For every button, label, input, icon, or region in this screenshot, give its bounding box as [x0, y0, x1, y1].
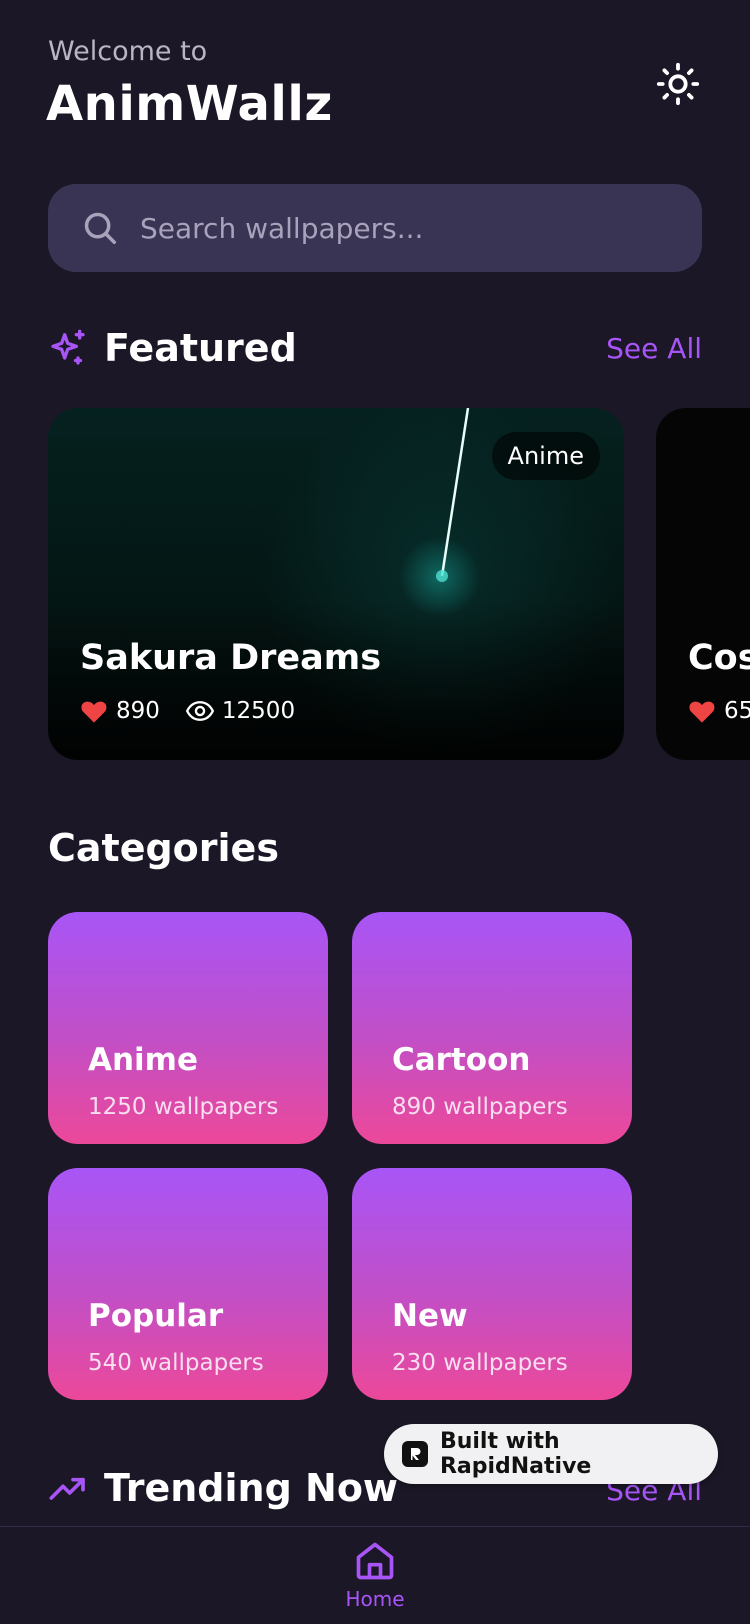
category-card-popular[interactable]: Popular 540 wallpapers [48, 1168, 328, 1400]
nav-home-label: Home [345, 1587, 405, 1611]
category-card-new[interactable]: New 230 wallpapers [352, 1168, 632, 1400]
views-count: 12500 [221, 698, 296, 724]
category-name: Popular [88, 1298, 224, 1334]
home-screen: Welcome to AnimWallz Featured Se [0, 0, 750, 1624]
category-card-cartoon[interactable]: Cartoon 890 wallpapers [352, 912, 632, 1144]
category-count: 1250 wallpapers [88, 1094, 279, 1120]
welcome-text: Welcome to [48, 36, 208, 67]
views-stat: 12500 [185, 698, 296, 724]
trending-header: Trending Now [48, 1466, 398, 1510]
featured-card[interactable]: Anime Sakura Dreams 890 12500 [48, 408, 624, 760]
eye-icon [185, 701, 214, 721]
app-title: AnimWallz [46, 76, 333, 132]
categories-header: Categories [48, 826, 279, 870]
likes-stat: 890 [80, 698, 160, 724]
rapidnative-logo-icon [402, 1441, 428, 1467]
featured-title: Featured [104, 326, 297, 370]
likes-count: 65 [724, 698, 750, 724]
likes-count: 890 [116, 698, 160, 724]
theme-toggle-button[interactable] [654, 60, 702, 108]
likes-stat: 65 [688, 698, 750, 724]
card-stats: 890 12500 [80, 698, 321, 724]
built-with-badge[interactable]: Built with RapidNative [384, 1424, 718, 1484]
trending-up-icon [48, 1468, 88, 1508]
category-count: 230 wallpapers [392, 1350, 568, 1376]
category-card-anime[interactable]: Anime 1250 wallpapers [48, 912, 328, 1144]
heart-icon [689, 701, 715, 723]
featured-header: Featured [48, 326, 297, 370]
card-stats: 65 [688, 698, 750, 724]
card-title: Cos [688, 638, 750, 678]
featured-see-all-link[interactable]: See All [606, 332, 702, 365]
category-count: 540 wallpapers [88, 1350, 264, 1376]
home-icon [356, 1542, 394, 1580]
card-title: Sakura Dreams [80, 638, 382, 678]
category-name: New [392, 1298, 468, 1334]
heart-icon [81, 701, 107, 723]
search-icon [80, 208, 120, 248]
categories-title: Categories [48, 826, 279, 870]
category-badge: Anime [491, 432, 600, 480]
category-name: Anime [88, 1042, 199, 1078]
card-shade [48, 600, 624, 760]
search-input[interactable] [140, 198, 702, 258]
built-with-label: Built with RapidNative [439, 1429, 592, 1479]
bottom-navigation: Home [0, 1526, 750, 1624]
search-bar[interactable] [48, 184, 702, 272]
featured-card[interactable]: Cos 65 [656, 408, 750, 760]
category-name: Cartoon [392, 1042, 531, 1078]
sparkles-icon [48, 328, 88, 368]
trending-title: Trending Now [104, 1466, 399, 1510]
sun-icon [656, 62, 700, 106]
nav-home-tab[interactable]: Home [335, 1539, 415, 1624]
category-count: 890 wallpapers [392, 1094, 568, 1120]
